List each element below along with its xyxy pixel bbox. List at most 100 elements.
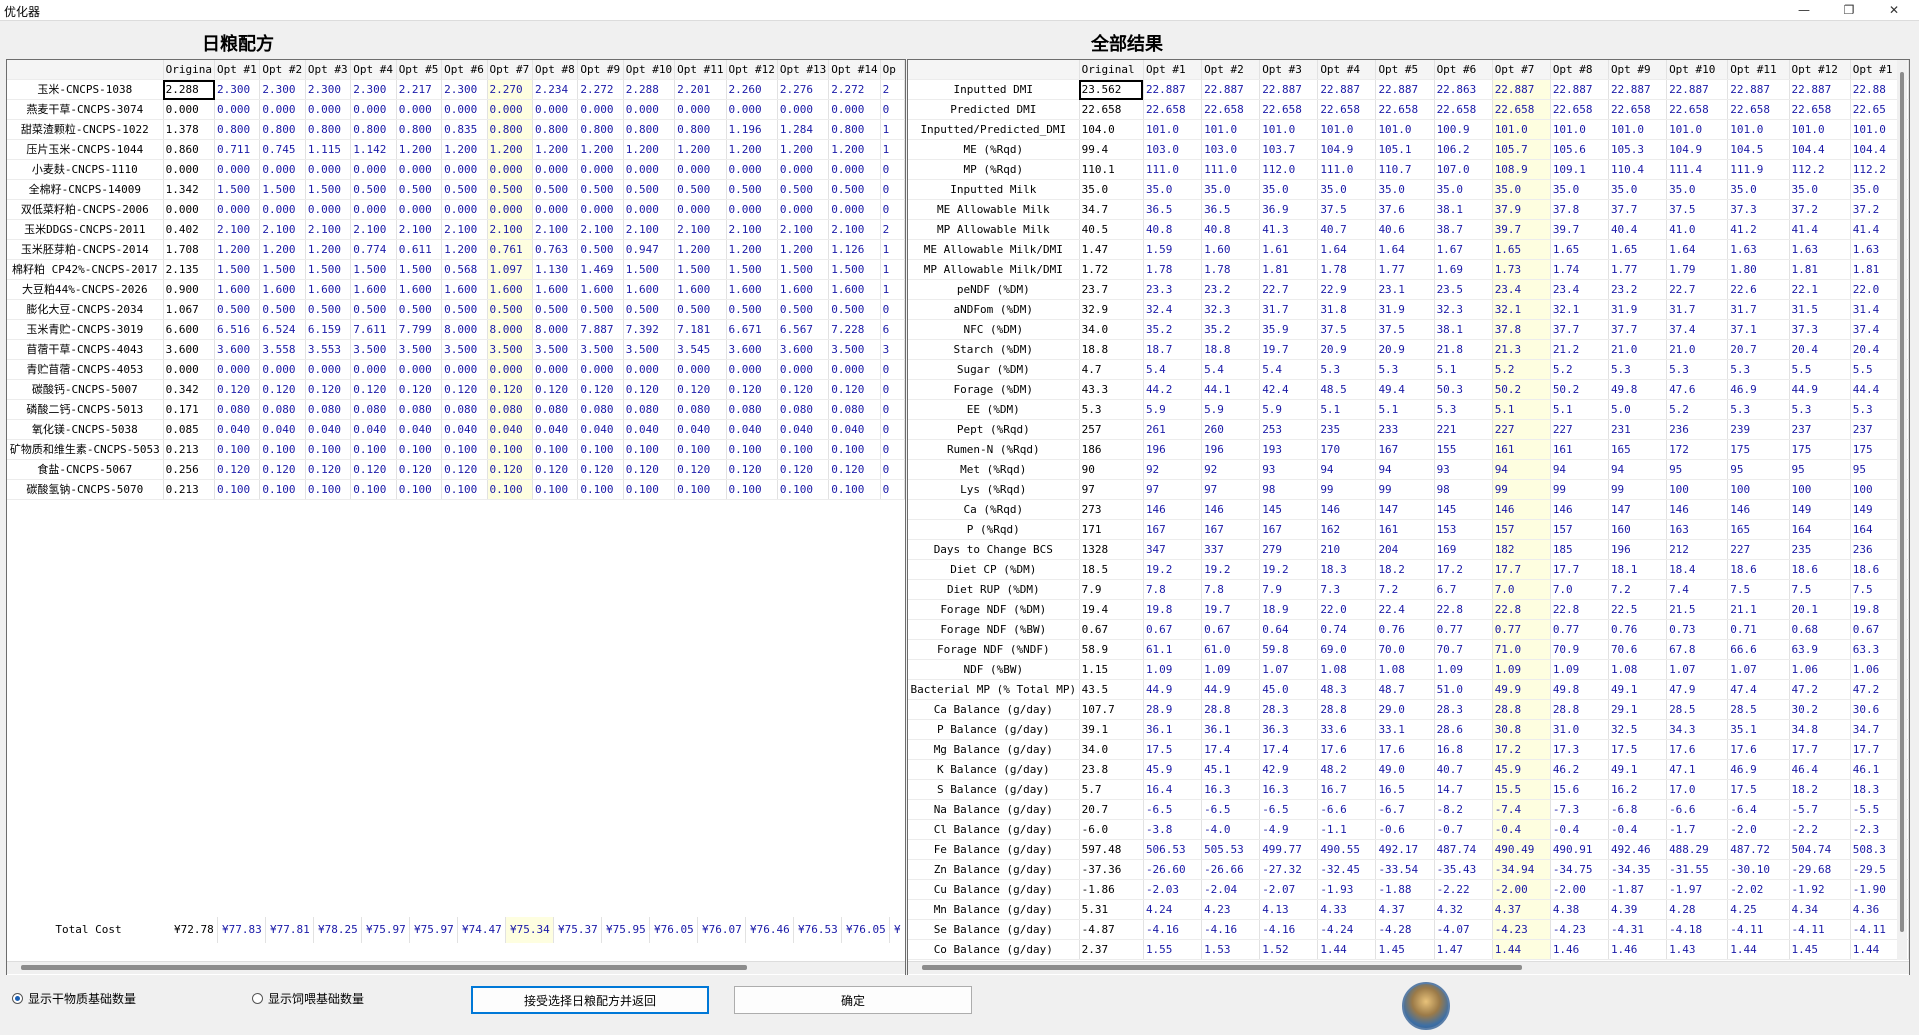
value-cell[interactable]: 46.9 (1727, 759, 1790, 780)
value-cell[interactable]: 1.64 (1375, 239, 1435, 260)
value-cell[interactable]: 0.120 (487, 459, 533, 480)
value-cell[interactable]: -6.5 (1259, 799, 1319, 820)
value-cell[interactable]: 22.887 (1550, 79, 1609, 100)
maximize-button[interactable]: ❐ (1826, 0, 1872, 20)
value-cell[interactable]: -2.07 (1259, 879, 1319, 900)
value-cell[interactable]: 1.500 (828, 259, 881, 280)
value-cell[interactable]: 22.7 (1259, 279, 1319, 300)
value-cell[interactable]: 0.77 (1492, 619, 1551, 640)
value-cell[interactable]: 37.1 (1727, 319, 1790, 340)
value-cell[interactable]: 1.07 (1666, 659, 1729, 680)
value-cell[interactable]: 16.3 (1201, 779, 1261, 800)
value-cell[interactable]: 157 (1550, 519, 1609, 540)
value-cell[interactable]: 7.0 (1550, 579, 1609, 600)
value-cell[interactable]: 5.2 (1666, 399, 1729, 420)
value-cell[interactable]: 0.77 (1434, 619, 1493, 640)
value-cell[interactable]: 0.000 (441, 99, 488, 120)
value-cell[interactable]: 0.100 (623, 479, 676, 500)
value-cell[interactable]: 0.500 (674, 299, 727, 320)
value-cell[interactable]: 2.100 (214, 219, 261, 240)
value-cell[interactable]: 0.080 (396, 399, 443, 420)
value-cell[interactable]: 34.0 (1079, 739, 1144, 760)
value-cell[interactable]: 35.0 (1317, 179, 1377, 200)
value-cell[interactable]: 170 (1317, 439, 1377, 460)
column-header[interactable]: Origina (163, 60, 216, 80)
value-cell[interactable]: -34.94 (1492, 859, 1551, 880)
diet-formula-grid[interactable]: Origina Opt #1 Opt #2 Opt #3 Opt #4 Opt #5 Opt… (6, 59, 906, 976)
column-header[interactable]: Original (1079, 60, 1144, 80)
value-cell[interactable]: 0.800 (350, 119, 397, 140)
value-cell[interactable]: 2.100 (674, 219, 727, 240)
value-cell[interactable]: 17.6 (1375, 739, 1435, 760)
value-cell[interactable]: 0.120 (726, 459, 778, 480)
value-cell[interactable]: 499.77 (1259, 839, 1319, 860)
value-cell[interactable]: 101.0 (1727, 119, 1790, 140)
value-cell[interactable]: 0.000 (777, 199, 830, 220)
value-cell[interactable]: 94 (1550, 459, 1609, 480)
value-cell[interactable]: 104.0 (1079, 119, 1144, 140)
value-cell[interactable]: 6.600 (163, 319, 216, 340)
value-cell[interactable]: 22.887 (1317, 79, 1377, 100)
value-cell[interactable]: 0.947 (623, 239, 676, 260)
value-cell[interactable]: 227 (1492, 419, 1551, 440)
value-cell[interactable]: 31.8 (1317, 299, 1377, 320)
value-cell[interactable]: 5.9 (1201, 399, 1261, 420)
value-cell[interactable]: 0.120 (532, 379, 579, 400)
value-cell[interactable]: 0.800 (674, 119, 727, 140)
value-cell[interactable]: 16.3 (1259, 779, 1319, 800)
value-cell[interactable]: 103.7 (1259, 139, 1319, 160)
value-cell[interactable]: 0.000 (623, 199, 676, 220)
accept-diet-button[interactable]: 接受选择日粮配方并返回 (471, 986, 709, 1014)
total-cost-cell[interactable]: ¥77.83 (218, 917, 266, 943)
value-cell[interactable]: 22.887 (1666, 79, 1729, 100)
value-cell[interactable]: 22.887 (1375, 79, 1435, 100)
value-cell[interactable]: 0.000 (487, 359, 533, 380)
value-cell[interactable]: 21.5 (1666, 599, 1729, 620)
column-header[interactable]: Opt #1 (1143, 60, 1203, 80)
value-cell[interactable]: 0.100 (305, 439, 352, 460)
value-cell[interactable]: -31.55 (1666, 859, 1729, 880)
value-cell[interactable]: 22.7 (1666, 279, 1729, 300)
value-cell[interactable]: 0.74 (1317, 619, 1377, 640)
value-cell[interactable]: 39.7 (1492, 219, 1551, 240)
value-cell[interactable]: 157 (1492, 519, 1551, 540)
value-cell[interactable]: 37.6 (1375, 199, 1435, 220)
value-cell[interactable]: 51.0 (1434, 679, 1493, 700)
value-cell[interactable]: 1.342 (163, 179, 216, 200)
value-cell[interactable]: 22.658 (1789, 99, 1851, 120)
value-cell[interactable]: 1.600 (777, 279, 830, 300)
column-header[interactable]: Opt #8 (532, 60, 579, 80)
value-cell[interactable]: 93 (1259, 459, 1319, 480)
value-cell[interactable]: 7.799 (396, 319, 443, 340)
value-cell[interactable]: 22.887 (1201, 79, 1261, 100)
value-cell[interactable]: 0.000 (828, 199, 881, 220)
value-cell[interactable]: 37.4 (1666, 319, 1729, 340)
value-cell[interactable]: -4.16 (1143, 919, 1203, 940)
value-cell[interactable]: 21.1 (1727, 599, 1790, 620)
value-cell[interactable]: 47.6 (1666, 379, 1729, 400)
value-cell[interactable]: 0.000 (532, 99, 579, 120)
value-cell[interactable]: 37.3 (1727, 199, 1790, 220)
value-cell[interactable]: 0.120 (487, 379, 533, 400)
value-cell[interactable]: 7.228 (828, 319, 881, 340)
value-cell[interactable]: -34.75 (1550, 859, 1609, 880)
value-cell[interactable]: 1.79 (1666, 259, 1729, 280)
value-cell[interactable]: -4.24 (1317, 919, 1377, 940)
value-cell[interactable]: 5.2 (1492, 359, 1551, 380)
value-cell[interactable]: 0.040 (259, 419, 306, 440)
value-cell[interactable]: 0.040 (214, 419, 261, 440)
column-header[interactable]: Opt #12 (726, 60, 778, 80)
value-cell[interactable]: 100.9 (1434, 119, 1493, 140)
value-cell[interactable]: 1.200 (674, 239, 727, 260)
value-cell[interactable]: 112.2 (1789, 159, 1851, 180)
value-cell[interactable]: 1.500 (726, 259, 778, 280)
value-cell[interactable]: 22.658 (1550, 99, 1609, 120)
value-cell[interactable]: 5.1 (1317, 399, 1377, 420)
value-cell[interactable]: 2.300 (305, 79, 352, 100)
value-cell[interactable]: 4.28 (1666, 899, 1729, 920)
value-cell[interactable]: 22.8 (1492, 599, 1551, 620)
value-cell[interactable]: 5.3 (1375, 359, 1435, 380)
value-cell[interactable]: 21.0 (1666, 339, 1729, 360)
value-cell[interactable]: -26.66 (1201, 859, 1261, 880)
value-cell[interactable]: 1.09 (1492, 659, 1551, 680)
